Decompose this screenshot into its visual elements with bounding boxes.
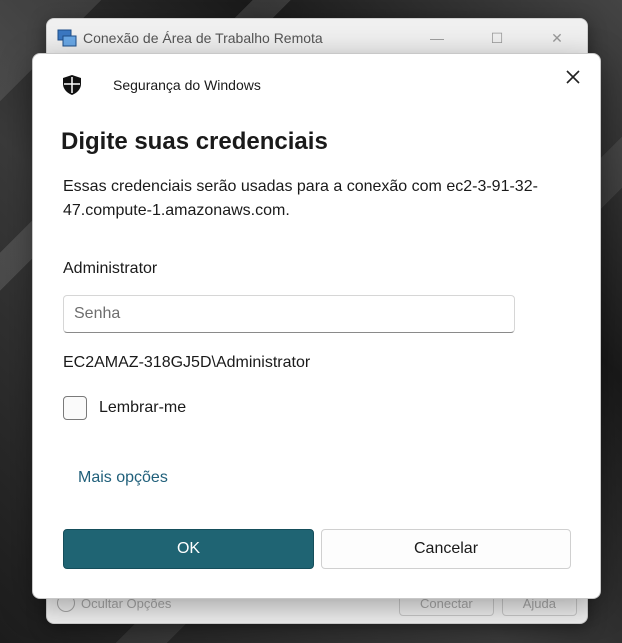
dialog-close-button[interactable]	[560, 64, 586, 90]
minimize-button[interactable]: —	[407, 19, 467, 57]
credentials-dialog: Segurança do Windows Digite suas credenc…	[32, 53, 601, 599]
remember-me-checkbox[interactable]: Lembrar-me	[63, 396, 186, 420]
ok-button[interactable]: OK	[63, 529, 314, 569]
dialog-app-name: Segurança do Windows	[113, 77, 261, 93]
cancel-button[interactable]: Cancelar	[321, 529, 571, 569]
domain-user-label: EC2AMAZ-318GJ5D\Administrator	[63, 354, 311, 371]
close-icon	[566, 70, 580, 84]
dialog-header: Segurança do Windows	[61, 74, 261, 96]
dialog-title: Digite suas credenciais	[61, 128, 328, 155]
shield-icon	[63, 75, 81, 95]
remember-me-label: Lembrar-me	[99, 399, 187, 416]
maximize-button[interactable]: ☐	[467, 19, 527, 57]
username-label: Administrator	[63, 260, 158, 277]
more-options-link[interactable]: Mais opções	[78, 469, 168, 487]
rdc-window-title: Conexão de Área de Trabalho Remota	[83, 30, 323, 46]
dialog-description: Essas credenciais serão usadas para a co…	[63, 178, 538, 219]
remote-desktop-icon	[57, 29, 77, 47]
rdc-titlebar: Conexão de Área de Trabalho Remota — ☐ ✕	[47, 19, 587, 57]
password-input[interactable]	[63, 295, 515, 333]
checkbox-box[interactable]	[63, 396, 87, 420]
rdc-close-button[interactable]: ✕	[527, 19, 587, 57]
